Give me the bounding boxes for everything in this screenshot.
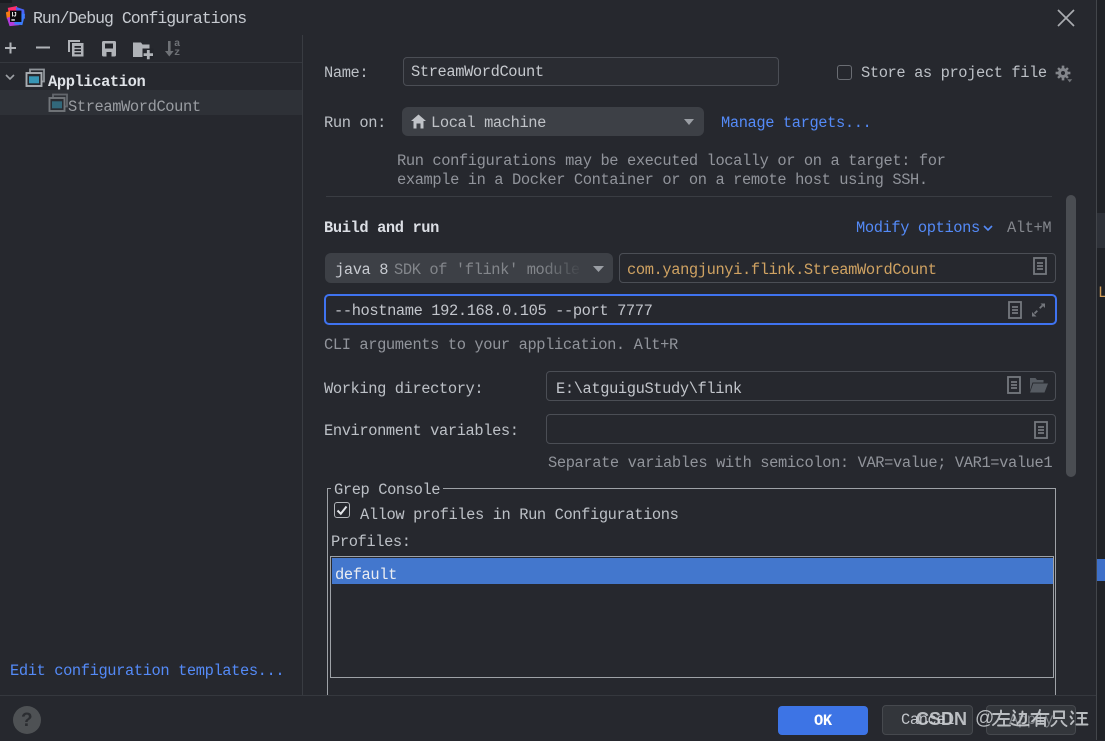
- svg-text:z: z: [174, 47, 180, 59]
- svg-text:IJ: IJ: [12, 13, 17, 19]
